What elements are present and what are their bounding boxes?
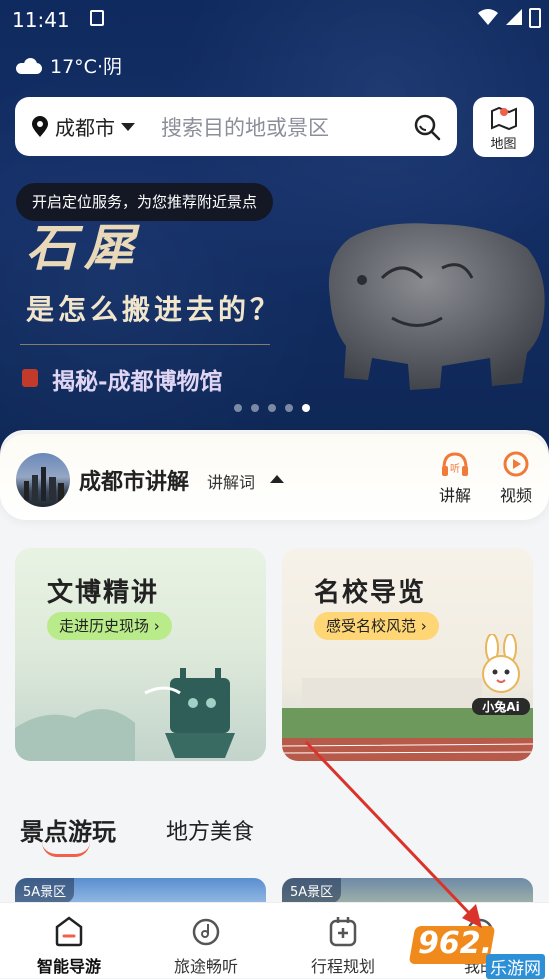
spot-tag: 5A景区 [282, 878, 342, 903]
tab-smart-guide[interactable]: 智能导游 [14, 915, 124, 977]
tab-listen[interactable]: 旅途畅听 [151, 915, 261, 977]
pagination-dot[interactable] [234, 404, 242, 412]
city-selector[interactable]: 成都市 [55, 112, 115, 141]
pagination-dot-active[interactable] [302, 404, 310, 412]
caret-up-icon[interactable] [270, 475, 284, 483]
tab-label: 旅途畅听 [173, 957, 238, 976]
video-label: 视频 [499, 486, 532, 505]
seal-icon [22, 369, 38, 387]
banner-pagination [234, 404, 310, 412]
sim-icon [90, 10, 104, 26]
bronze-artifact-image [15, 668, 235, 761]
location-pin-icon [32, 115, 48, 137]
pagination-dot[interactable] [251, 404, 259, 412]
rabbit-mascot[interactable]: 小兔Ai [472, 633, 530, 715]
card-pill[interactable]: 走进历史现场 › [47, 612, 172, 640]
signal-icon [506, 9, 522, 25]
rabbit-mascot-icon [482, 633, 520, 693]
search-bar[interactable]: 成都市 搜索目的地或景区 [15, 97, 457, 156]
map-button[interactable]: 地图 [473, 97, 534, 157]
tab-label: 智能导游 [36, 957, 101, 976]
video-button[interactable]: 视频 [496, 450, 536, 506]
watermark: 962.NET 乐游网 [408, 920, 549, 979]
card-pill[interactable]: 感受名校风范 › [314, 612, 439, 640]
weather: 17°C·阴 [16, 52, 122, 79]
cloud-icon [16, 57, 42, 74]
caret-down-icon[interactable] [121, 122, 135, 131]
listen-button[interactable]: 听 讲解 [435, 450, 475, 506]
pagination-dot[interactable] [268, 404, 276, 412]
status-time: 11:41 [12, 8, 70, 32]
banner-divider [20, 344, 270, 345]
city-avatar [16, 453, 70, 507]
wifi-icon [478, 9, 498, 25]
hero-banner[interactable]: 11:41 17°C·阴 成都市 搜索目的地或景区 地图 开启定位服务，为您推荐… [0, 0, 549, 470]
music-disc-icon [192, 918, 220, 946]
tab-label: 行程规划 [310, 957, 375, 976]
listen-label: 讲解 [438, 486, 471, 505]
city-guide-bar[interactable]: 成都市讲解 讲解词 听 讲解 视频 [0, 434, 549, 520]
watermark-sub: 乐游网 [486, 954, 545, 979]
pagination-dot[interactable] [285, 404, 293, 412]
stone-rhino-image [328, 223, 545, 390]
search-input[interactable]: 搜索目的地或景区 [161, 112, 413, 142]
map-label: 地图 [490, 137, 517, 152]
culture-card[interactable]: 文博精讲 走进历史现场 › [15, 548, 266, 761]
guide-words-toggle[interactable]: 讲解词 [207, 469, 255, 493]
search-icon[interactable] [413, 113, 441, 141]
campus-card[interactable]: 名校导览 感受名校风范 › 小兔Ai [282, 548, 533, 761]
spot-tag: 5A景区 [15, 878, 75, 903]
guide-title: 成都市讲解 [79, 470, 190, 495]
weather-text: 17°C·阴 [50, 56, 122, 78]
calendar-plus-icon [329, 917, 357, 947]
rabbit-ai-label: 小兔Ai [472, 698, 530, 715]
battery-icon [529, 8, 541, 28]
tab-underline [42, 842, 90, 857]
tab-itinerary[interactable]: 行程规划 [288, 915, 398, 977]
map-icon [490, 106, 517, 131]
listen-badge: 听 [450, 463, 460, 475]
banner-title: 石犀 [26, 218, 142, 277]
banner-subtitle: 是怎么搬进去的？ [26, 293, 283, 326]
card-title: 文博精讲 [47, 578, 160, 608]
banner-caption: 揭秘-成都博物馆 [52, 368, 223, 395]
headphones-icon: 听 [442, 452, 468, 476]
play-icon [503, 451, 529, 477]
tab-food[interactable]: 地方美食 [166, 814, 254, 846]
status-bar: 11:41 [0, 0, 549, 38]
home-icon [55, 916, 83, 947]
card-title: 名校导览 [314, 578, 427, 608]
